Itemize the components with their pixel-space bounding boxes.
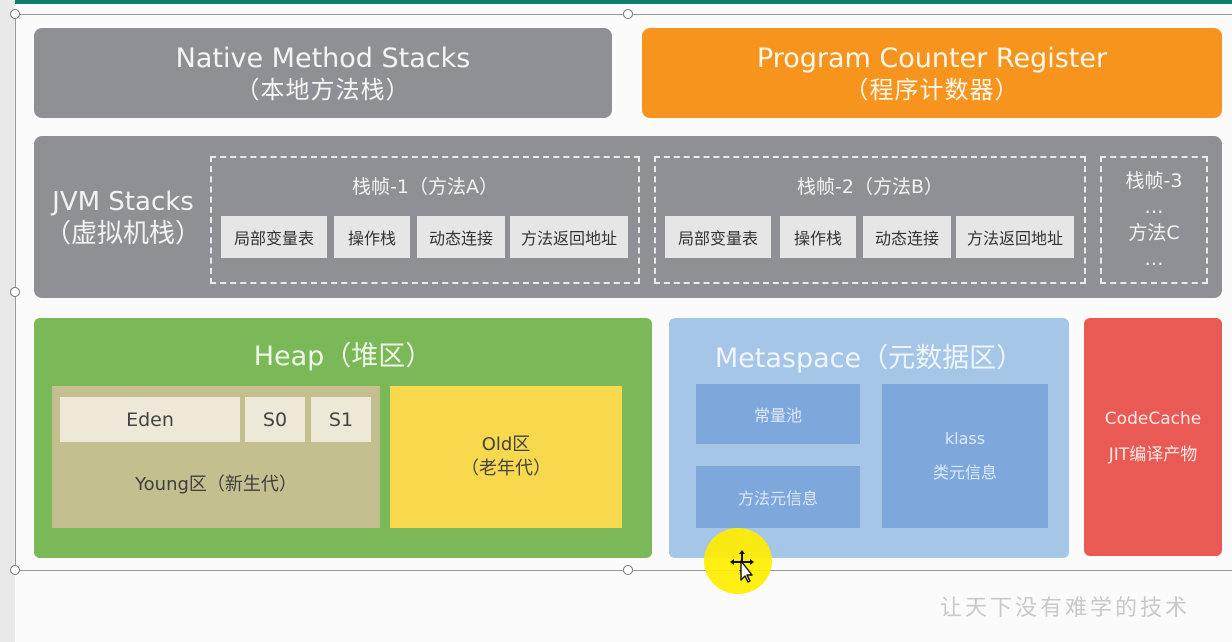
klass-label: klass [944,429,986,448]
stack-frame-3-dots-top: … [1144,196,1164,218]
frame-2-dynamic-linking: 动态连接 [863,216,951,258]
resize-handle-bottom-center[interactable] [623,565,633,575]
native-method-stacks-title: Native Method Stacks [175,42,471,74]
klass-box[interactable]: klass 类元信息 [882,384,1048,528]
top-accent-bar [15,0,1232,4]
frame-2-local-variables: 局部变量表 [665,216,771,258]
young-generation-label: Young区（新生代） [135,474,297,495]
jvm-stacks-title: JVM Stacks [52,187,194,217]
stack-frame-3-dots-bottom: … [1144,248,1164,270]
frame-1-local-variables: 局部变量表 [221,216,327,258]
eden-box[interactable]: Eden [60,397,240,442]
klass-meta-label: 类元信息 [932,463,997,482]
watermark-text: 让天下没有难学的技术 [940,596,1191,621]
native-method-stacks-subtitle: （本地方法栈） [235,75,411,104]
move-cursor-icon [730,550,754,583]
frame-1-return-address: 方法返回地址 [510,216,628,258]
code-cache-title: CodeCache [1104,409,1202,429]
native-method-stacks-box[interactable]: Native Method Stacks （本地方法栈） [34,28,612,118]
stack-frame-3-title: 栈帧-3 [1125,170,1183,192]
resize-handle-bottom-left[interactable] [10,565,20,575]
constant-pool-box[interactable]: 常量池 [696,384,860,444]
survivor-0-box[interactable]: S0 [245,397,305,442]
program-counter-register-subtitle: （程序计数器） [844,75,1020,104]
program-counter-register-title: Program Counter Register [756,42,1108,74]
method-meta-box[interactable]: 方法元信息 [696,466,860,528]
frame-2-return-address: 方法返回地址 [956,216,1074,258]
old-generation-box[interactable]: Old区 （老年代） [390,386,622,528]
stack-frame-3[interactable]: 栈帧-3 … 方法C … [1100,156,1208,284]
stack-frame-2[interactable]: 栈帧-2（方法B） 局部变量表 操作栈 动态连接 方法返回地址 [654,156,1086,284]
jvm-stacks-subtitle: （虚拟机栈） [44,219,201,249]
old-generation-subtitle: （老年代） [461,458,551,479]
metaspace-title: Metaspace（元数据区） [714,343,1024,374]
frame-2-operand-stack: 操作栈 [780,216,856,258]
code-cache-box[interactable]: CodeCache JIT编译产物 [1084,318,1222,556]
program-counter-register-box[interactable]: Program Counter Register （程序计数器） [642,28,1222,118]
stack-frame-3-label: 方法C [1128,222,1180,244]
resize-handle-middle-left[interactable] [10,287,20,297]
frame-1-operand-stack: 操作栈 [334,216,410,258]
survivor-1-box[interactable]: S1 [311,397,371,442]
jvm-stacks-label: JVM Stacks （虚拟机栈） [38,186,208,250]
stack-frame-1-title: 栈帧-1（方法A） [352,176,498,198]
resize-handle-top-left[interactable] [10,9,20,19]
frame-1-dynamic-linking: 动态连接 [417,216,505,258]
code-cache-subtitle: JIT编译产物 [1108,445,1198,465]
stack-frame-2-title: 栈帧-2（方法B） [797,176,943,198]
stack-frame-1[interactable]: 栈帧-1（方法A） 局部变量表 操作栈 动态连接 方法返回地址 [210,156,640,284]
heap-title: Heap（堆区） [253,341,433,372]
old-generation-title: Old区 [481,434,531,455]
resize-handle-top-center[interactable] [623,9,633,19]
